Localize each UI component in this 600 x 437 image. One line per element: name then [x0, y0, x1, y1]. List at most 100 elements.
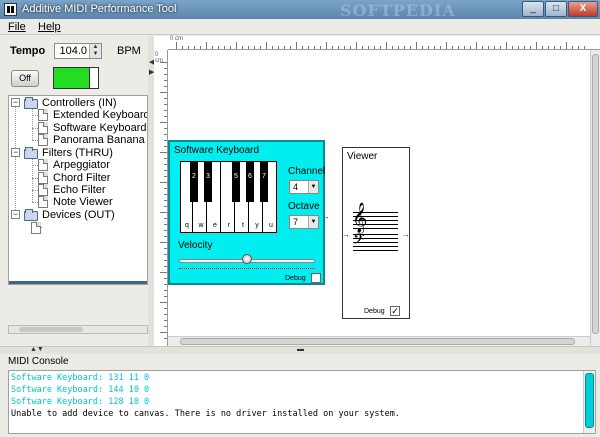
ruler-tick	[164, 128, 167, 129]
tree-horizontal-scrollbar[interactable]	[8, 325, 148, 334]
piano-keys[interactable]: q w e r t y u 2 3 5 6 7	[180, 161, 277, 233]
ruler-tick	[164, 230, 167, 231]
off-toggle-button[interactable]: Off	[11, 70, 39, 87]
minimize-button[interactable]: _	[522, 1, 544, 17]
ruler-tick	[290, 46, 291, 49]
ruler-tick	[386, 42, 387, 49]
midi-console[interactable]: Software Keyboard: 131 11 0 Software Key…	[8, 370, 596, 434]
black-key[interactable]: 5	[232, 162, 240, 202]
chevron-down-icon[interactable]: ▼	[308, 216, 318, 228]
key-label: q	[185, 222, 189, 229]
black-key[interactable]: 3	[204, 162, 212, 202]
tree-item-software-keyboard[interactable]: Software Keyboard	[53, 122, 147, 134]
black-key[interactable]: 6	[246, 162, 254, 202]
module-tree[interactable]: − Controllers (IN) Extended Keyboard Sof…	[8, 95, 148, 285]
piano-app-icon	[4, 3, 17, 16]
tempo-value[interactable]: 104.0	[59, 45, 87, 57]
bass-clef-icon: 𝄢	[353, 231, 365, 252]
ruler-tick	[572, 46, 573, 49]
ruler-tick	[164, 194, 167, 195]
file-icon	[38, 122, 48, 134]
slider-ticks	[179, 266, 315, 269]
beat-indicator	[53, 67, 99, 89]
treble-clef-icon: 𝄞	[352, 203, 368, 233]
tree-item-echo-filter[interactable]: Echo Filter	[53, 184, 106, 196]
ruler-tick	[380, 46, 381, 49]
tree-item-panorama-banana[interactable]: Panorama Banana	[53, 134, 145, 146]
ruler-tick	[164, 86, 167, 87]
spin-down-icon[interactable]: ▼	[90, 51, 101, 58]
patch-canvas[interactable]: 0 cm 0 cm Software Keyboard q w e r t y …	[154, 36, 600, 346]
tree-item-arpeggiator[interactable]: Arpeggiator	[53, 159, 110, 171]
debug-checkbox-checked[interactable]: ✓	[390, 306, 400, 316]
menu-help[interactable]: Help	[38, 21, 61, 33]
channel-select[interactable]: 4 ▼	[289, 180, 319, 194]
output-port-icon[interactable]: →	[322, 212, 330, 221]
collapse-icon[interactable]: −	[11, 210, 20, 219]
chevron-down-icon[interactable]: ▼	[308, 181, 318, 193]
menu-file[interactable]: File	[8, 21, 26, 33]
ruler-tick	[164, 188, 167, 189]
black-key[interactable]: 7	[260, 162, 268, 202]
debug-checkbox[interactable]	[311, 273, 321, 283]
debug-label: Debug	[364, 308, 385, 315]
octave-select[interactable]: 7 ▼	[289, 215, 319, 229]
viewer-module[interactable]: Viewer → → 𝄞 𝄢 Debug ✓	[342, 147, 410, 319]
ruler-tick	[164, 338, 167, 339]
ruler-tick	[160, 122, 167, 123]
folder-icon	[24, 97, 38, 109]
debug-label: Debug	[285, 275, 306, 282]
tree-group-controllers[interactable]: Controllers (IN)	[42, 97, 117, 109]
ruler-tick	[272, 46, 273, 49]
window-title: Additive MIDI Performance Tool	[22, 3, 177, 15]
splitter-grip-icon[interactable]: ▬	[297, 346, 304, 353]
tempo-spinner[interactable]: 104.0 ▲ ▼	[54, 43, 102, 59]
tree-item-extended-keyboard[interactable]: Extended Keyboard	[53, 109, 147, 121]
velocity-label: Velocity	[178, 240, 213, 251]
key-label: e	[213, 222, 217, 229]
ruler-tick	[164, 146, 167, 147]
scroll-thumb[interactable]	[19, 327, 83, 332]
spinner-arrows[interactable]: ▲ ▼	[89, 44, 101, 58]
software-keyboard-module[interactable]: Software Keyboard q w e r t y u 2 3 5 6 …	[168, 140, 330, 285]
ruler-tick	[164, 326, 167, 327]
horizontal-splitter[interactable]: ▲▼ ▬	[0, 346, 600, 354]
collapse-up-icon[interactable]: ▲▼	[30, 346, 44, 353]
tree-item-chord-filter[interactable]: Chord Filter	[53, 172, 110, 184]
tree-item-microsoft-gs-wavetable[interactable]: Microsoft GS Wavetable S	[46, 222, 147, 234]
vertical-ruler: 0 cm	[154, 50, 168, 346]
close-button[interactable]: X	[568, 1, 598, 17]
tree-item-note-viewer[interactable]: Note Viewer	[53, 196, 113, 208]
ruler-tick	[164, 314, 167, 315]
ruler-tick	[164, 224, 167, 225]
octave-value: 7	[293, 217, 299, 227]
console-line: Unable to add device to canvas. There is…	[11, 409, 400, 419]
selected-row-highlight	[9, 281, 147, 284]
maximize-button[interactable]: □	[545, 1, 567, 17]
ruler-tick	[260, 46, 261, 49]
tree-group-devices[interactable]: Devices (OUT)	[42, 209, 115, 221]
spin-up-icon[interactable]: ▲	[90, 44, 101, 51]
scroll-thumb[interactable]	[592, 54, 599, 334]
velocity-slider-knob[interactable]	[242, 254, 252, 264]
scroll-thumb[interactable]	[180, 338, 575, 345]
tree-connector	[15, 106, 16, 218]
ruler-tick	[176, 42, 177, 49]
console-vertical-scrollbar[interactable]	[583, 371, 595, 433]
ruler-tick	[160, 272, 167, 273]
tree-group-filters[interactable]: Filters (THRU)	[42, 147, 113, 159]
collapse-icon[interactable]: −	[11, 98, 20, 107]
file-icon	[38, 134, 48, 146]
ruler-tick	[164, 158, 167, 159]
canvas-vertical-scrollbar[interactable]	[590, 50, 600, 346]
output-port-icon[interactable]: →	[402, 230, 410, 239]
collapse-icon[interactable]: −	[11, 148, 20, 157]
menu-bar: File Help	[0, 19, 600, 35]
file-icon	[38, 172, 48, 184]
ruler-tick	[194, 46, 195, 49]
black-key[interactable]: 2	[190, 162, 198, 202]
ruler-tick	[416, 42, 417, 49]
scroll-thumb[interactable]	[585, 373, 594, 428]
input-port-icon[interactable]: →	[342, 230, 350, 239]
canvas-horizontal-scrollbar[interactable]	[168, 336, 590, 346]
